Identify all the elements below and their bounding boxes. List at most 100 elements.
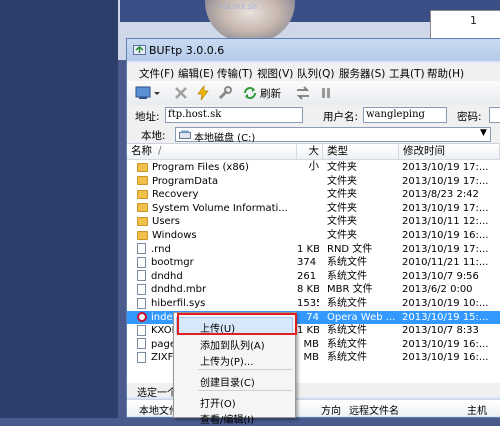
file-type: 文件夹: [327, 230, 357, 241]
queue-col-remote[interactable]: 远程文件名: [349, 402, 399, 417]
desktop-background: [0, 0, 118, 418]
file-name: hiberfil.sys: [137, 297, 297, 311]
file-name: Windows: [137, 229, 297, 243]
folder-icon: [137, 176, 148, 186]
file-icon: [137, 283, 146, 295]
file-row[interactable]: dndhd261 KB 系统文件 2013/10/7 9:56: [127, 270, 500, 284]
column-name[interactable]: 名称 /: [127, 144, 297, 160]
transfer-icon: [296, 86, 310, 100]
queue-col-direction[interactable]: 方向: [321, 402, 341, 417]
file-icon: [137, 297, 146, 309]
file-name: Users: [137, 215, 297, 229]
file-icon: [137, 338, 146, 350]
menu-edit[interactable]: 编辑(E): [178, 66, 214, 81]
menu-add-to-queue[interactable]: 添加到队列(A): [200, 337, 265, 352]
file-name: Program Files (x86): [137, 161, 297, 175]
folder-icon: [137, 230, 148, 240]
file-type: 系统文件: [327, 338, 367, 350]
refresh-label: 刷新: [260, 87, 281, 100]
file-row[interactable]: Windows 文件夹 2013/10/19 16:...: [127, 229, 500, 243]
close-x-icon: [175, 87, 187, 99]
file-size: 74: [306, 311, 319, 323]
folder-icon: [137, 203, 148, 213]
folder-icon: [137, 162, 148, 172]
menu-server[interactable]: 服务器(S): [339, 66, 385, 81]
file-modified: 2013/10/19 17:...: [402, 243, 489, 255]
file-row[interactable]: Recovery 文件夹 2013/8/23 2:42: [127, 188, 500, 202]
menu-open[interactable]: 打开(O): [200, 395, 236, 410]
window-title: BUFtp 3.0.0.6: [149, 44, 225, 57]
menu-tools[interactable]: 工具(T): [389, 66, 425, 81]
folder-icon: [137, 216, 148, 226]
annotation-highlight-box: [177, 313, 297, 335]
password-label: 密码:: [457, 111, 482, 123]
file-row[interactable]: bootmgr374 KB 系统文件 2010/11/21 11:...: [127, 256, 500, 270]
file-row[interactable]: hiberfil.sys1535 MB 系统文件 2013/10/19 10:...: [127, 297, 500, 311]
column-type[interactable]: 类型: [323, 144, 399, 160]
file-size: 1535 MB: [297, 298, 319, 309]
menu-upload-as[interactable]: 上传为(P)...: [200, 353, 253, 368]
file-row[interactable]: Users 文件夹 2013/10/11 12:...: [127, 215, 500, 229]
disconnect-button[interactable]: [171, 84, 191, 102]
file-type: 系统文件: [327, 298, 367, 309]
menu-queue[interactable]: 队列(Q): [297, 66, 334, 81]
pause-button[interactable]: [316, 84, 336, 102]
connect-button[interactable]: [133, 84, 161, 102]
queue-col-host[interactable]: 主机: [467, 402, 487, 417]
menu-separator: [198, 369, 292, 370]
local-drive-value: 本地磁盘 (C:): [194, 133, 256, 144]
file-type: 文件夹: [327, 189, 357, 201]
transfer-button[interactable]: [292, 84, 314, 102]
status-text: 选定一个: [137, 388, 177, 399]
drive-icon: [179, 130, 191, 139]
file-type: 系统文件: [327, 270, 367, 282]
file-type: 文件夹: [327, 162, 357, 173]
address-field[interactable]: ftp.host.sk: [165, 107, 303, 123]
column-modified[interactable]: 修改时间: [399, 144, 500, 160]
file-icon: [137, 324, 146, 336]
menu-help[interactable]: 帮助(H): [427, 66, 464, 81]
app-icon: [133, 45, 146, 55]
computer-icon: [135, 86, 160, 99]
file-size: 1 KB: [297, 243, 319, 255]
file-modified: 2013/10/7 8:33: [402, 325, 479, 337]
file-modified: 2013/10/19 15:...: [402, 311, 489, 323]
opera-icon: [137, 311, 147, 322]
lightning-icon: [197, 85, 209, 101]
menu-transfer[interactable]: 传输(T): [217, 66, 253, 81]
local-drive-select[interactable]: 本地磁盘 (C:) ▼: [175, 127, 491, 144]
file-row[interactable]: ProgramData 文件夹 2013/10/19 17:...: [127, 175, 500, 189]
refresh-button[interactable]: 刷新: [239, 84, 285, 102]
file-type: RND 文件: [327, 243, 373, 255]
file-modified: 2010/11/21 11:...: [402, 257, 489, 269]
chevron-down-icon: ▼: [480, 128, 487, 138]
file-row[interactable]: .rnd 1 KB RND 文件 2013/10/19 17:...: [127, 243, 500, 257]
menu-file[interactable]: 文件(F): [139, 66, 174, 81]
file-size: MB: [303, 352, 320, 364]
file-modified: 2013/10/19 16:...: [402, 352, 489, 364]
file-type: 文件夹: [327, 202, 357, 214]
menu-view-edit[interactable]: 查看/编辑(I): [200, 411, 254, 426]
settings-button[interactable]: [215, 84, 235, 102]
menu-view[interactable]: 视图(V): [257, 66, 293, 81]
title-bar[interactable]: BUFtp 3.0.0.6: [127, 39, 500, 61]
address-label: 地址:: [135, 111, 160, 123]
file-name: System Volume Informati...: [137, 202, 297, 216]
column-size[interactable]: 大小: [297, 144, 323, 172]
file-modified: 2013/10/19 17:...: [402, 202, 489, 214]
file-modified: 2013/10/19 17:...: [402, 175, 489, 187]
refresh-icon: [244, 87, 256, 99]
file-icon: [137, 270, 146, 282]
username-field[interactable]: wangleping: [363, 107, 447, 123]
file-icon: [137, 256, 146, 268]
file-row[interactable]: System Volume Informati... 文件夹 2013/10/19 …: [127, 202, 500, 216]
password-field[interactable]: [489, 107, 500, 123]
menu-create-directory[interactable]: 创建目录(C): [200, 374, 255, 389]
file-row[interactable]: Program Files (x86) 文件夹 2013/10/19 17:...: [127, 161, 500, 175]
file-type: 文件夹: [327, 175, 357, 187]
file-row[interactable]: dndhd.mbr 8 KB MBR 文件 2013/6/2 0:00: [127, 283, 500, 297]
background-banner-text: hoi.mx.sh: [218, 2, 258, 11]
toolbar: 刷新: [127, 81, 500, 106]
quick-connect-button[interactable]: [193, 84, 213, 102]
vertical-scrollbar[interactable]: [470, 143, 482, 383]
